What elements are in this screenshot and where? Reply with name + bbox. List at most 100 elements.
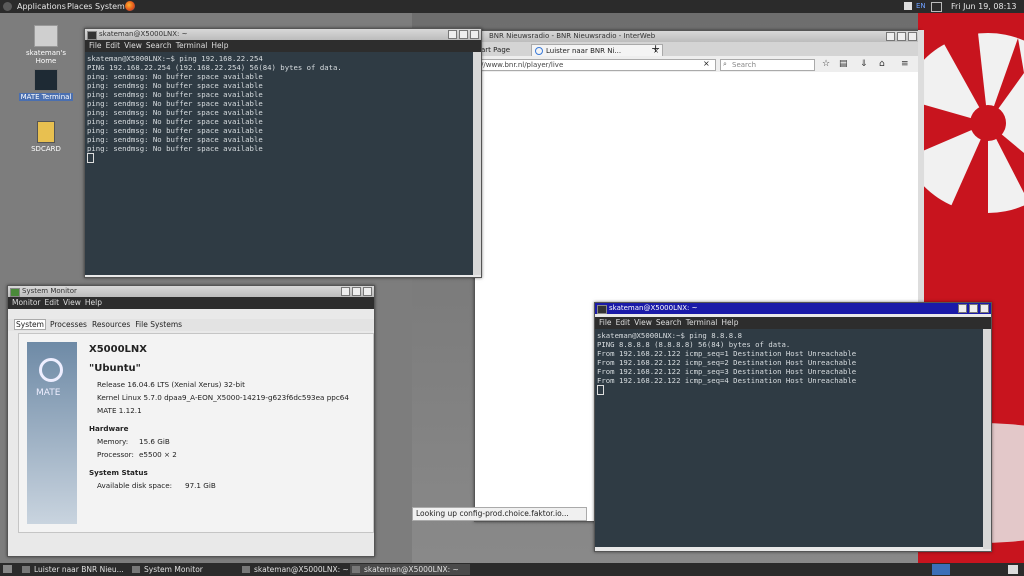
maximize-button[interactable] (459, 30, 468, 39)
terminal-line: ping: sendmsg: No buffer space available (87, 81, 263, 90)
task-terminal-1[interactable]: skateman@X5000LNX: ~ (240, 564, 358, 575)
tab-processes[interactable]: Processes (49, 320, 88, 329)
tab-resources[interactable]: Resources (91, 320, 131, 329)
home-icon[interactable]: ⌂ (879, 59, 885, 69)
terminal-line: ping: sendmsg: No buffer space available (87, 117, 263, 126)
menu-view[interactable]: View (124, 41, 142, 50)
keyboard-layout-indicator[interactable]: EN (916, 2, 926, 10)
menu-search[interactable]: Search (146, 41, 172, 50)
browser-toolbar: //www.bnr.nl/player/live × Search ⌕ ☆ ▤ … (475, 56, 919, 73)
bookmark-star-icon[interactable]: ☆ (822, 59, 830, 69)
show-desktop-icon[interactable] (3, 565, 12, 573)
window-title: skateman@X5000LNX: ~ (609, 304, 698, 312)
terminal-scrollbar[interactable] (983, 329, 991, 549)
menu-help[interactable]: Help (211, 41, 228, 50)
firefox-launcher-icon[interactable] (125, 1, 135, 11)
download-icon[interactable]: ⇓ (860, 59, 868, 69)
menu-terminal[interactable]: Terminal (176, 41, 208, 50)
url-clear-icon[interactable]: × (703, 59, 710, 68)
menu-view[interactable]: View (634, 318, 652, 327)
menu-places[interactable]: Places (67, 2, 92, 11)
sysmon-system-panel: MATE X5000LNX "Ubuntu" Release 16.04.6 L… (18, 333, 374, 533)
menu-file[interactable]: File (599, 318, 612, 327)
desktop-icon-home[interactable]: skateman's Home (16, 25, 76, 65)
maximize-button[interactable] (352, 287, 361, 296)
terminal-output[interactable]: skateman@X5000LNX:~$ ping 8.8.8.8 PING 8… (595, 329, 991, 547)
sdcard-icon (37, 121, 55, 143)
mate-logo-text: MATE (36, 388, 61, 398)
sysmon-tabs: System Processes Resources File Systems (8, 319, 374, 331)
terminal-line: ping: sendmsg: No buffer space available (87, 135, 263, 144)
menu-view[interactable]: View (63, 298, 81, 307)
memory-value: 15.6 GiB (139, 437, 170, 446)
close-button[interactable] (363, 287, 372, 296)
terminal-task-icon (242, 566, 250, 573)
menu-edit[interactable]: Edit (45, 298, 60, 307)
task-terminal-2[interactable]: skateman@X5000LNX: ~ (350, 564, 470, 575)
menu-help[interactable]: Help (85, 298, 102, 307)
terminal-titlebar[interactable]: skateman@X5000LNX: ~ (85, 29, 481, 40)
maximize-button[interactable] (897, 32, 906, 41)
minimize-button[interactable] (958, 304, 967, 313)
close-button[interactable] (908, 32, 917, 41)
task-system-monitor[interactable]: System Monitor (130, 564, 248, 575)
task-label: System Monitor (144, 565, 203, 574)
terminal-line: PING 8.8.8.8 (8.8.8.8) 56(84) bytes of d… (597, 340, 791, 349)
terminal-titlebar[interactable]: skateman@X5000LNX: ~ (595, 303, 991, 314)
menu-terminal[interactable]: Terminal (686, 318, 718, 327)
release-info: Release 16.04.6 LTS (Xenial Xerus) 32-bi… (97, 380, 245, 389)
mate-logo-panel: MATE (27, 342, 77, 524)
trash-icon[interactable] (1008, 565, 1018, 574)
browser-titlebar[interactable]: BNR Nieuwsradio - BNR Nieuwsradio - Inte… (475, 31, 919, 42)
minimize-button[interactable] (341, 287, 350, 296)
menu-file[interactable]: File (89, 41, 102, 50)
terminal-output[interactable]: skateman@X5000LNX:~$ ping 192.168.22.254… (85, 52, 481, 275)
terminal-line: From 192.168.22.122 icmp_seq=3 Destinati… (597, 367, 857, 376)
close-button[interactable] (980, 304, 989, 313)
memory-label: Memory: (97, 437, 129, 446)
sysmon-titlebar[interactable]: System Monitor (8, 286, 374, 297)
hardware-heading: Hardware (89, 424, 129, 433)
workspace-switcher[interactable] (932, 564, 950, 575)
terminal-line: skateman@X5000LNX:~$ ping 8.8.8.8 (597, 331, 742, 340)
desktop-icon-sdcard[interactable]: SDCARD (16, 121, 76, 153)
menu-help[interactable]: Help (721, 318, 738, 327)
menu-edit[interactable]: Edit (616, 318, 631, 327)
desktop-icon-terminal[interactable]: MATE Terminal (16, 69, 76, 101)
window-title: skateman@X5000LNX: ~ (99, 30, 188, 38)
notification-icon[interactable] (904, 2, 912, 10)
terminal-menubar: File Edit View Search Terminal Help (85, 40, 481, 52)
terminal-icon (87, 31, 97, 40)
close-button[interactable] (470, 30, 479, 39)
clock[interactable]: Fri Jun 19, 08:13 (951, 2, 1016, 11)
tab-file-systems[interactable]: File Systems (134, 320, 183, 329)
distro-name: "Ubuntu" (89, 363, 141, 374)
new-tab-button[interactable]: + (651, 42, 660, 55)
terminal-icon (34, 69, 58, 91)
task-browser[interactable]: Luister naar BNR Nieu... (20, 564, 142, 575)
terminal-line: From 192.168.22.122 icmp_seq=4 Destinati… (597, 376, 857, 385)
menu-applications[interactable]: Applications (17, 2, 66, 11)
tab-system[interactable]: System (14, 319, 46, 330)
network-icon[interactable] (931, 2, 942, 12)
hostname: X5000LNX (89, 344, 147, 355)
menu-system[interactable]: System (95, 2, 125, 11)
menu-edit[interactable]: Edit (106, 41, 121, 50)
minimize-button[interactable] (886, 32, 895, 41)
reading-list-icon[interactable]: ▤ (839, 59, 848, 69)
task-label: skateman@X5000LNX: ~ (254, 565, 349, 574)
terminal-line: PING 192.168.22.254 (192.168.22.254) 56(… (87, 63, 342, 72)
terminal-scrollbar[interactable] (473, 52, 481, 275)
mate-logo-icon[interactable] (3, 2, 12, 11)
terminal-line: ping: sendmsg: No buffer space available (87, 126, 263, 135)
minimize-button[interactable] (448, 30, 457, 39)
url-input[interactable]: //www.bnr.nl/player/live (477, 59, 716, 71)
maximize-button[interactable] (969, 304, 978, 313)
task-label: skateman@X5000LNX: ~ (364, 565, 459, 574)
search-input[interactable]: Search (720, 59, 815, 71)
menu-search[interactable]: Search (656, 318, 682, 327)
menu-monitor[interactable]: Monitor (12, 298, 41, 307)
browser-tab-strip: art Page Luister naar BNR Ni... × + (475, 42, 919, 57)
menu-hamburger-icon[interactable]: ≡ (901, 59, 909, 69)
desktop-icon-label: MATE Terminal (18, 93, 74, 101)
